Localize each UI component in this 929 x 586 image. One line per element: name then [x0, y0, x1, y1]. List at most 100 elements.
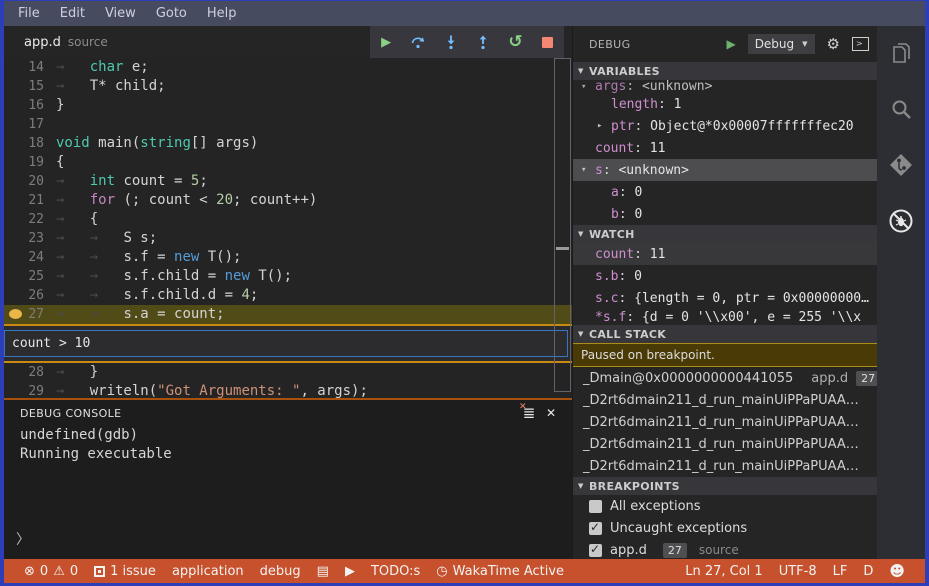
gear-icon[interactable]: ⚙ — [827, 35, 840, 53]
console-input-prompt[interactable]: 〉 — [16, 529, 30, 549]
cursor-position[interactable]: Ln 27, Col 1 — [677, 564, 770, 579]
debug-console-header: DEBUG CONSOLE ≣ ✕ ✕ — [4, 400, 572, 426]
mode-debug[interactable]: debug — [252, 564, 309, 579]
stack-frame[interactable]: _Dmain@0x0000000000441055 app.d 27 — [573, 367, 877, 389]
language-indicator[interactable]: D — [855, 564, 881, 579]
breakpoint-row[interactable]: Uncaught exceptions — [573, 517, 877, 539]
editor-scrollbar[interactable] — [554, 58, 571, 392]
twistie-icon[interactable]: ▾ — [581, 165, 595, 175]
issues-indicator[interactable]: 1 issue — [86, 564, 164, 579]
variable-row[interactable]: count11 — [573, 137, 877, 159]
menu-item[interactable]: File — [8, 6, 50, 21]
variable-row[interactable]: ▾args<unknown> — [573, 80, 877, 93]
line-number[interactable]: 15 — [4, 77, 44, 96]
menu-item[interactable]: Goto — [146, 6, 197, 21]
wakatime-indicator[interactable]: ◷ WakaTime Active — [428, 564, 572, 579]
twistie-icon[interactable]: ▾ — [581, 82, 595, 92]
watch-row[interactable]: s.c{length = 0, ptr = 0x00000000… — [573, 287, 877, 309]
feedback-smiley[interactable]: ☻ — [881, 562, 913, 580]
open-console-icon[interactable]: > — [852, 37, 869, 51]
debug-config-dropdown[interactable]: Debug ▼ — [747, 34, 815, 54]
task-application[interactable]: application — [164, 564, 252, 579]
condition-input[interactable]: count > 10 — [4, 330, 568, 357]
menu-item[interactable]: Help — [197, 6, 247, 21]
variable-row[interactable]: b0 — [573, 203, 877, 225]
restart-button[interactable]: ↺ — [503, 30, 527, 54]
breakpoint-label: app.d — [610, 542, 647, 558]
checkbox[interactable] — [589, 520, 602, 535]
checkbox[interactable] — [589, 542, 602, 557]
variable-row[interactable]: length1 — [573, 93, 877, 115]
debug-icon[interactable] — [886, 206, 916, 236]
console-line: undefined(gdb) — [20, 427, 139, 443]
twistie-icon[interactable]: ▸ — [597, 121, 611, 131]
line-number[interactable]: 20 — [4, 172, 44, 191]
start-debug-icon[interactable]: ▶ — [726, 37, 735, 51]
section-header-breakpoints[interactable]: ▼ BREAKPOINTS — [573, 477, 877, 495]
variable-row[interactable]: ▸ptrObject@*0x00007fffffffec20 — [573, 115, 877, 137]
search-icon[interactable] — [886, 94, 916, 124]
menu-bar: File Edit View Goto Help — [4, 1, 925, 26]
frame-name: _D2rt6dmain211_d_run_mainUiPPaPUAA… — [583, 436, 859, 452]
section-header-call-stack[interactable]: ▼ CALL STACK — [573, 325, 877, 343]
line-number[interactable]: 23 — [4, 229, 44, 248]
step-into-button[interactable] — [439, 30, 463, 54]
watch-row[interactable]: count11 — [573, 243, 877, 265]
line-number[interactable]: 22 — [4, 210, 44, 229]
line-number[interactable]: 16 — [4, 96, 44, 115]
breakpoint-row[interactable]: All exceptions — [573, 495, 877, 517]
clear-console-icon[interactable]: ≣ ✕ — [518, 402, 540, 422]
breakpoint-row[interactable]: app.d 27 source — [573, 539, 877, 559]
eol-label: LF — [832, 563, 848, 579]
watch-name: s.c — [595, 291, 634, 306]
watch-row[interactable]: s.b0 — [573, 265, 877, 287]
status-right-group: Ln 27, Col 1 UTF-8 LF D ☻ — [677, 562, 913, 580]
error-count: 0 — [39, 563, 49, 579]
continue-button[interactable]: ▶ — [374, 30, 398, 54]
checkbox[interactable] — [589, 499, 602, 513]
line-number[interactable]: 25 — [4, 267, 44, 286]
line-number[interactable]: 18 — [4, 134, 44, 153]
line-number[interactable]: 17 — [4, 115, 44, 134]
close-panel-icon[interactable]: ✕ — [540, 404, 562, 422]
editor-pane: app.d source ▶ ↺ 14 → char e; 15 → T* ch… — [4, 26, 572, 559]
section-header-variables[interactable]: ▼ VARIABLES — [573, 62, 877, 80]
problems-indicator[interactable]: ⊗ 0 ⚠ 0 — [16, 564, 86, 579]
stack-frame[interactable]: _D2rt6dmain211_d_run_mainUiPPaPUAA… — [573, 433, 877, 455]
watch-row[interactable]: *s.f{d = 0 '\\x00', e = 255 '\\x — [573, 309, 877, 325]
git-icon[interactable] — [886, 150, 916, 180]
step-over-button[interactable] — [406, 30, 430, 54]
breakpoint-dot[interactable] — [9, 309, 22, 319]
code-text: → → S s; — [56, 230, 158, 246]
section-title: BREAKPOINTS — [589, 479, 680, 493]
step-out-button[interactable] — [471, 30, 495, 54]
variable-row[interactable]: a0 — [573, 181, 877, 203]
variable-row[interactable]: ▾s<unknown> — [573, 159, 877, 181]
tab-app-d[interactable]: app.d source — [4, 35, 108, 50]
editor-tab-bar: app.d source ▶ ↺ — [4, 26, 572, 58]
line-number[interactable]: 21 — [4, 191, 44, 210]
stop-button[interactable] — [536, 30, 560, 54]
play-icon: ▶ — [381, 34, 392, 50]
breakpoint-hint: source — [698, 543, 739, 557]
stack-frame[interactable]: _D2rt6dmain211_d_run_mainUiPPaPUAA… — [573, 411, 877, 433]
document-status[interactable]: ▤ — [309, 564, 337, 579]
section-title: WATCH — [589, 227, 635, 241]
line-number[interactable]: 19 — [4, 153, 44, 172]
line-number[interactable]: 24 — [4, 248, 44, 267]
encoding-indicator[interactable]: UTF-8 — [771, 564, 825, 579]
section-header-watch[interactable]: ▼ WATCH — [573, 225, 877, 243]
warning-icon: ⚠ — [53, 563, 65, 579]
line-number[interactable]: 26 — [4, 286, 44, 305]
stack-frame[interactable]: _D2rt6dmain211_d_run_mainUiPPaPUAA… — [573, 455, 877, 477]
todo-indicator[interactable]: TODO:s — [363, 564, 428, 579]
eol-indicator[interactable]: LF — [825, 564, 856, 579]
files-icon[interactable] — [886, 38, 916, 68]
menu-item[interactable]: Edit — [50, 6, 95, 21]
menu-item[interactable]: View — [95, 6, 146, 21]
run-task[interactable]: ▶ — [337, 564, 363, 579]
line-number[interactable]: 28 — [4, 363, 44, 382]
line-number[interactable]: 14 — [4, 58, 44, 77]
todo-label: TODO:s — [370, 563, 421, 579]
stack-frame[interactable]: _D2rt6dmain211_d_run_mainUiPPaPUAA… — [573, 389, 877, 411]
